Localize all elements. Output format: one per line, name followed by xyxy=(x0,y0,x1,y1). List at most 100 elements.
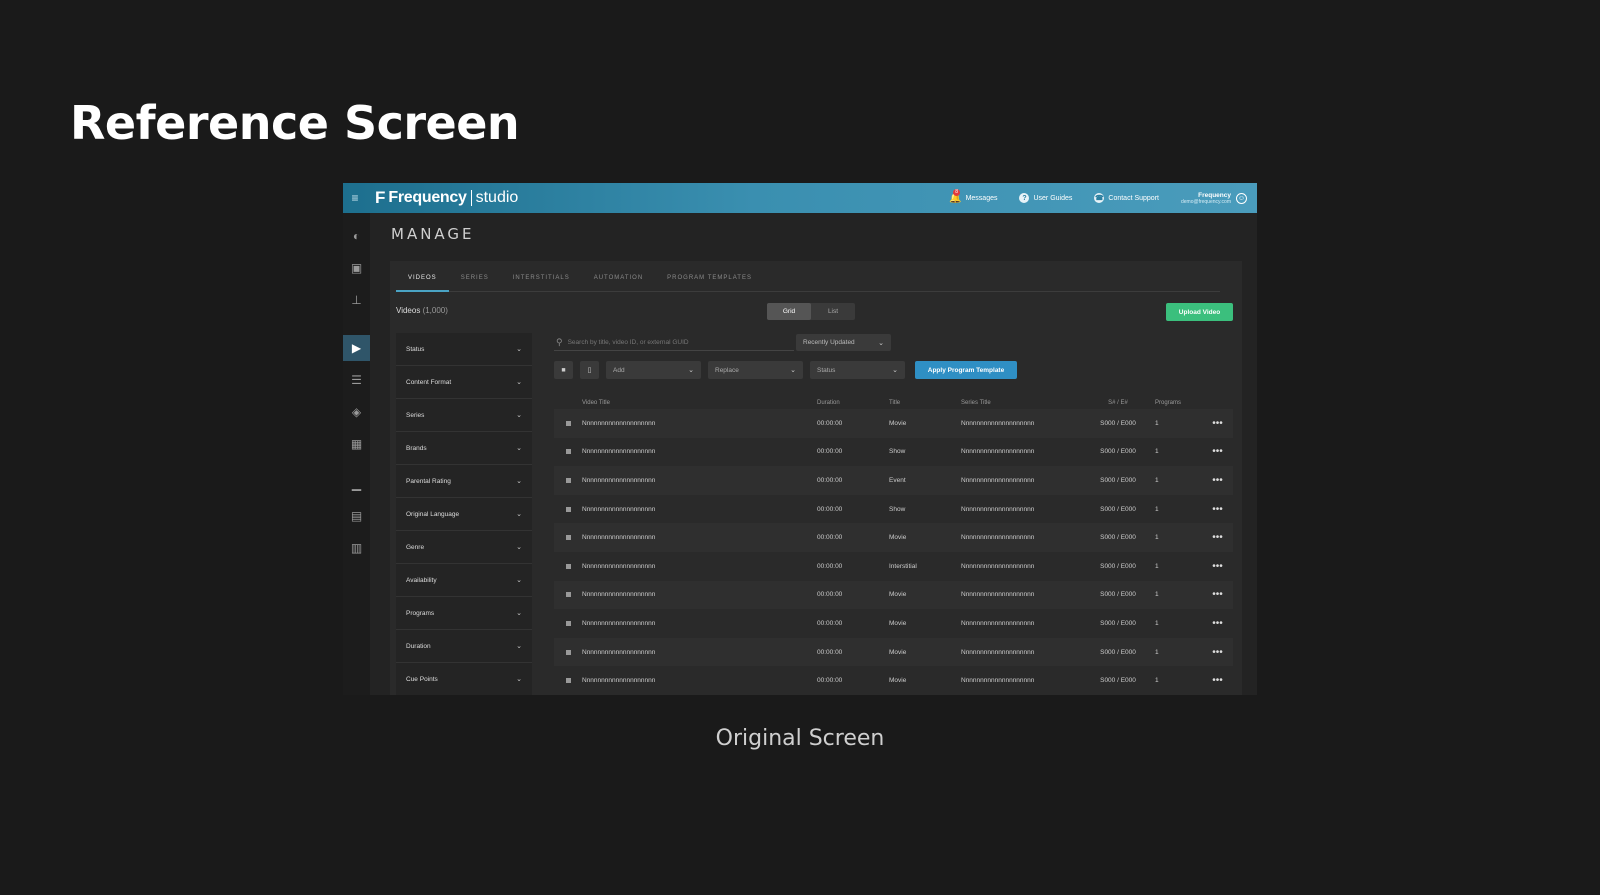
layers-icon[interactable]: ◈ xyxy=(343,399,370,425)
replace-dropdown[interactable]: Replace ⌄ xyxy=(708,361,803,379)
table-row[interactable]: Nnnnnnnnnnnnnnnnnnnn 00:00:00 Movie Nnnnnnn… xyxy=(554,609,1233,638)
user-guides-link[interactable]: ? User Guides xyxy=(1019,193,1072,203)
checkbox-icon xyxy=(565,649,571,655)
filter-cue-points[interactable]: Cue Points ⌄ xyxy=(396,663,532,695)
cell-programs: 1 xyxy=(1155,476,1159,484)
header-duration[interactable]: Duration xyxy=(817,400,889,406)
table-row[interactable]: Nnnnnnnnnnnnnnnnnnnn 00:00:00 Movie Nnnnnnn… xyxy=(554,580,1233,610)
cell-duration: 00:00:00 xyxy=(817,677,843,685)
header-season-episode[interactable]: S# / E# xyxy=(1089,400,1147,406)
row-checkbox[interactable] xyxy=(554,477,582,483)
filter-programs[interactable]: Programs ⌄ xyxy=(396,597,532,630)
row-checkbox[interactable] xyxy=(554,420,582,426)
messages-link[interactable]: 🔔 8 Messages xyxy=(949,188,997,204)
row-checkbox[interactable] xyxy=(554,649,582,655)
tab-videos[interactable]: VIDEOS xyxy=(396,267,449,292)
chevron-down-icon: ⌄ xyxy=(516,412,522,419)
cell-type: Movie xyxy=(889,591,907,599)
row-checkbox[interactable] xyxy=(554,506,582,512)
tab-automation[interactable]: AUTOMATION xyxy=(582,267,655,292)
filter-genre[interactable]: Genre ⌄ xyxy=(396,531,532,564)
more-options-icon[interactable]: ••• xyxy=(1202,532,1233,543)
calendar-icon[interactable]: ▦ xyxy=(343,431,370,457)
tab-program-templates[interactable]: PROGRAM TEMPLATES xyxy=(655,267,764,292)
cell-season-episode: S000 / E000 xyxy=(1100,677,1136,685)
header-video-title[interactable]: Video Title xyxy=(582,400,817,406)
row-checkbox[interactable] xyxy=(554,620,582,626)
filter-series[interactable]: Series ⌄ xyxy=(396,399,532,432)
filter-availability[interactable]: Availability ⌄ xyxy=(396,564,532,597)
row-checkbox[interactable] xyxy=(554,449,582,455)
table-row[interactable]: Nnnnnnnnnnnnnnnnnnnn 00:00:00 Show Nnnnnnnn… xyxy=(554,438,1233,467)
user-card-icon[interactable]: ▤ xyxy=(343,503,370,529)
more-options-icon[interactable]: ••• xyxy=(1202,418,1233,429)
add-dropdown[interactable]: Add ⌄ xyxy=(606,361,701,379)
monitor-icon[interactable]: ▣ xyxy=(343,255,370,281)
tab-interstitials[interactable]: INTERSTITIALS xyxy=(501,267,582,292)
table-row[interactable]: Nnnnnnnnnnnnnnnnnnnn 00:00:00 Movie Nnnnnnn… xyxy=(554,637,1233,667)
more-options-icon[interactable]: ••• xyxy=(1202,475,1233,486)
more-options-icon[interactable]: ••• xyxy=(1202,618,1233,629)
select-all-button[interactable]: ■ xyxy=(554,361,573,379)
checkbox-icon xyxy=(565,592,571,598)
header-programs[interactable]: Programs xyxy=(1147,400,1202,406)
more-options-icon[interactable]: ••• xyxy=(1202,675,1233,686)
app-window: ≡ F Frequency studio 🔔 8 Messages ? User … xyxy=(343,183,1257,695)
analytics-icon[interactable]: ▁ xyxy=(343,471,370,497)
table-row[interactable]: Nnnnnnnnnnnnnnnnnnnn 00:00:00 Interstitial… xyxy=(554,552,1233,581)
more-options-icon[interactable]: ••• xyxy=(1202,647,1233,658)
table-header: Video Title Duration Title Series Title … xyxy=(554,397,1233,409)
dashboard-icon[interactable]: ◐ xyxy=(343,223,370,249)
tab-series[interactable]: SERIES xyxy=(449,267,501,292)
table-row[interactable]: Nnnnnnnnnnnnnnnnnnnn 00:00:00 Show Nnnnnnnn… xyxy=(554,495,1233,524)
sort-select[interactable]: Recently Updated ⌄ xyxy=(796,334,891,351)
list-view-button[interactable]: List xyxy=(811,303,855,320)
bell-icon: 🔔 8 xyxy=(949,188,962,204)
status-dropdown[interactable]: Status ⌄ xyxy=(810,361,905,379)
apply-program-template-button[interactable]: Apply Program Template xyxy=(915,361,1017,379)
filter-label: Programs xyxy=(406,609,435,617)
header-series-title[interactable]: Series Title xyxy=(961,400,1089,406)
upload-video-button[interactable]: Upload Video xyxy=(1166,303,1233,321)
table-row[interactable]: Nnnnnnnnnnnnnnnnnnnn 00:00:00 Event Nnnnnnn… xyxy=(554,466,1233,495)
table-row[interactable]: Nnnnnnnnnnnnnnnnnnnn 00:00:00 Movie Nnnnnnn… xyxy=(554,523,1233,552)
filter-label: Content Format xyxy=(406,378,452,386)
user-menu[interactable]: Frequency demo@frequency.com ☺ xyxy=(1181,192,1247,205)
reports-icon[interactable]: ▥ xyxy=(343,535,370,561)
frequency-logo[interactable]: F Frequency studio xyxy=(375,188,518,208)
more-options-icon[interactable]: ••• xyxy=(1202,504,1233,515)
row-checkbox[interactable] xyxy=(554,678,582,684)
cell-season-episode: S000 / E000 xyxy=(1100,619,1136,627)
row-checkbox[interactable] xyxy=(554,535,582,541)
filter-duration[interactable]: Duration ⌄ xyxy=(396,630,532,663)
contact-support-link[interactable]: ☎ Contact Support xyxy=(1094,193,1159,203)
broadcast-icon[interactable]: ⊥ xyxy=(343,287,370,313)
cell-series-title: Nnnnnnnnnnnnnnnnnnnn xyxy=(961,448,1035,456)
row-checkbox[interactable] xyxy=(554,563,582,569)
filter-parental-rating[interactable]: Parental Rating ⌄ xyxy=(396,465,532,498)
video-library-icon[interactable]: ▶ xyxy=(343,335,370,361)
more-options-icon[interactable]: ••• xyxy=(1202,589,1233,600)
grid-view-button[interactable]: Grid xyxy=(767,303,811,320)
chevron-down-icon: ⌄ xyxy=(516,610,522,617)
filter-content-format[interactable]: Content Format ⌄ xyxy=(396,366,532,399)
more-options-icon[interactable]: ••• xyxy=(1202,446,1233,457)
delete-button[interactable]: ▯ xyxy=(580,361,599,379)
cell-series-title: Nnnnnnnnnnnnnnnnnnnn xyxy=(961,419,1035,427)
schedule-icon[interactable]: ☰ xyxy=(343,367,370,393)
table-row[interactable]: Nnnnnnnnnnnnnnnnnnnn 00:00:00 Movie Nnnnnnn… xyxy=(554,666,1233,695)
filter-original-language[interactable]: Original Language ⌄ xyxy=(396,498,532,531)
search-input[interactable]: ⚲ Search by title, video ID, or external… xyxy=(554,334,794,351)
hamburger-menu-icon[interactable]: ≡ xyxy=(343,191,367,205)
cell-programs: 1 xyxy=(1155,534,1159,542)
table-body: Nnnnnnnnnnnnnnnnnnnn 00:00:00 Movie Nnnnnnn… xyxy=(554,409,1233,695)
table-row[interactable]: Nnnnnnnnnnnnnnnnnnnn 00:00:00 Movie Nnnnnnn… xyxy=(554,409,1233,438)
filter-status[interactable]: Status ⌄ xyxy=(396,333,532,366)
filter-label: Parental Rating xyxy=(406,477,451,485)
row-checkbox[interactable] xyxy=(554,592,582,598)
header-type[interactable]: Title xyxy=(889,400,961,406)
filter-brands[interactable]: Brands ⌄ xyxy=(396,432,532,465)
help-icon: ? xyxy=(1019,193,1030,203)
more-options-icon[interactable]: ••• xyxy=(1202,561,1233,572)
replace-label: Replace xyxy=(715,366,739,374)
